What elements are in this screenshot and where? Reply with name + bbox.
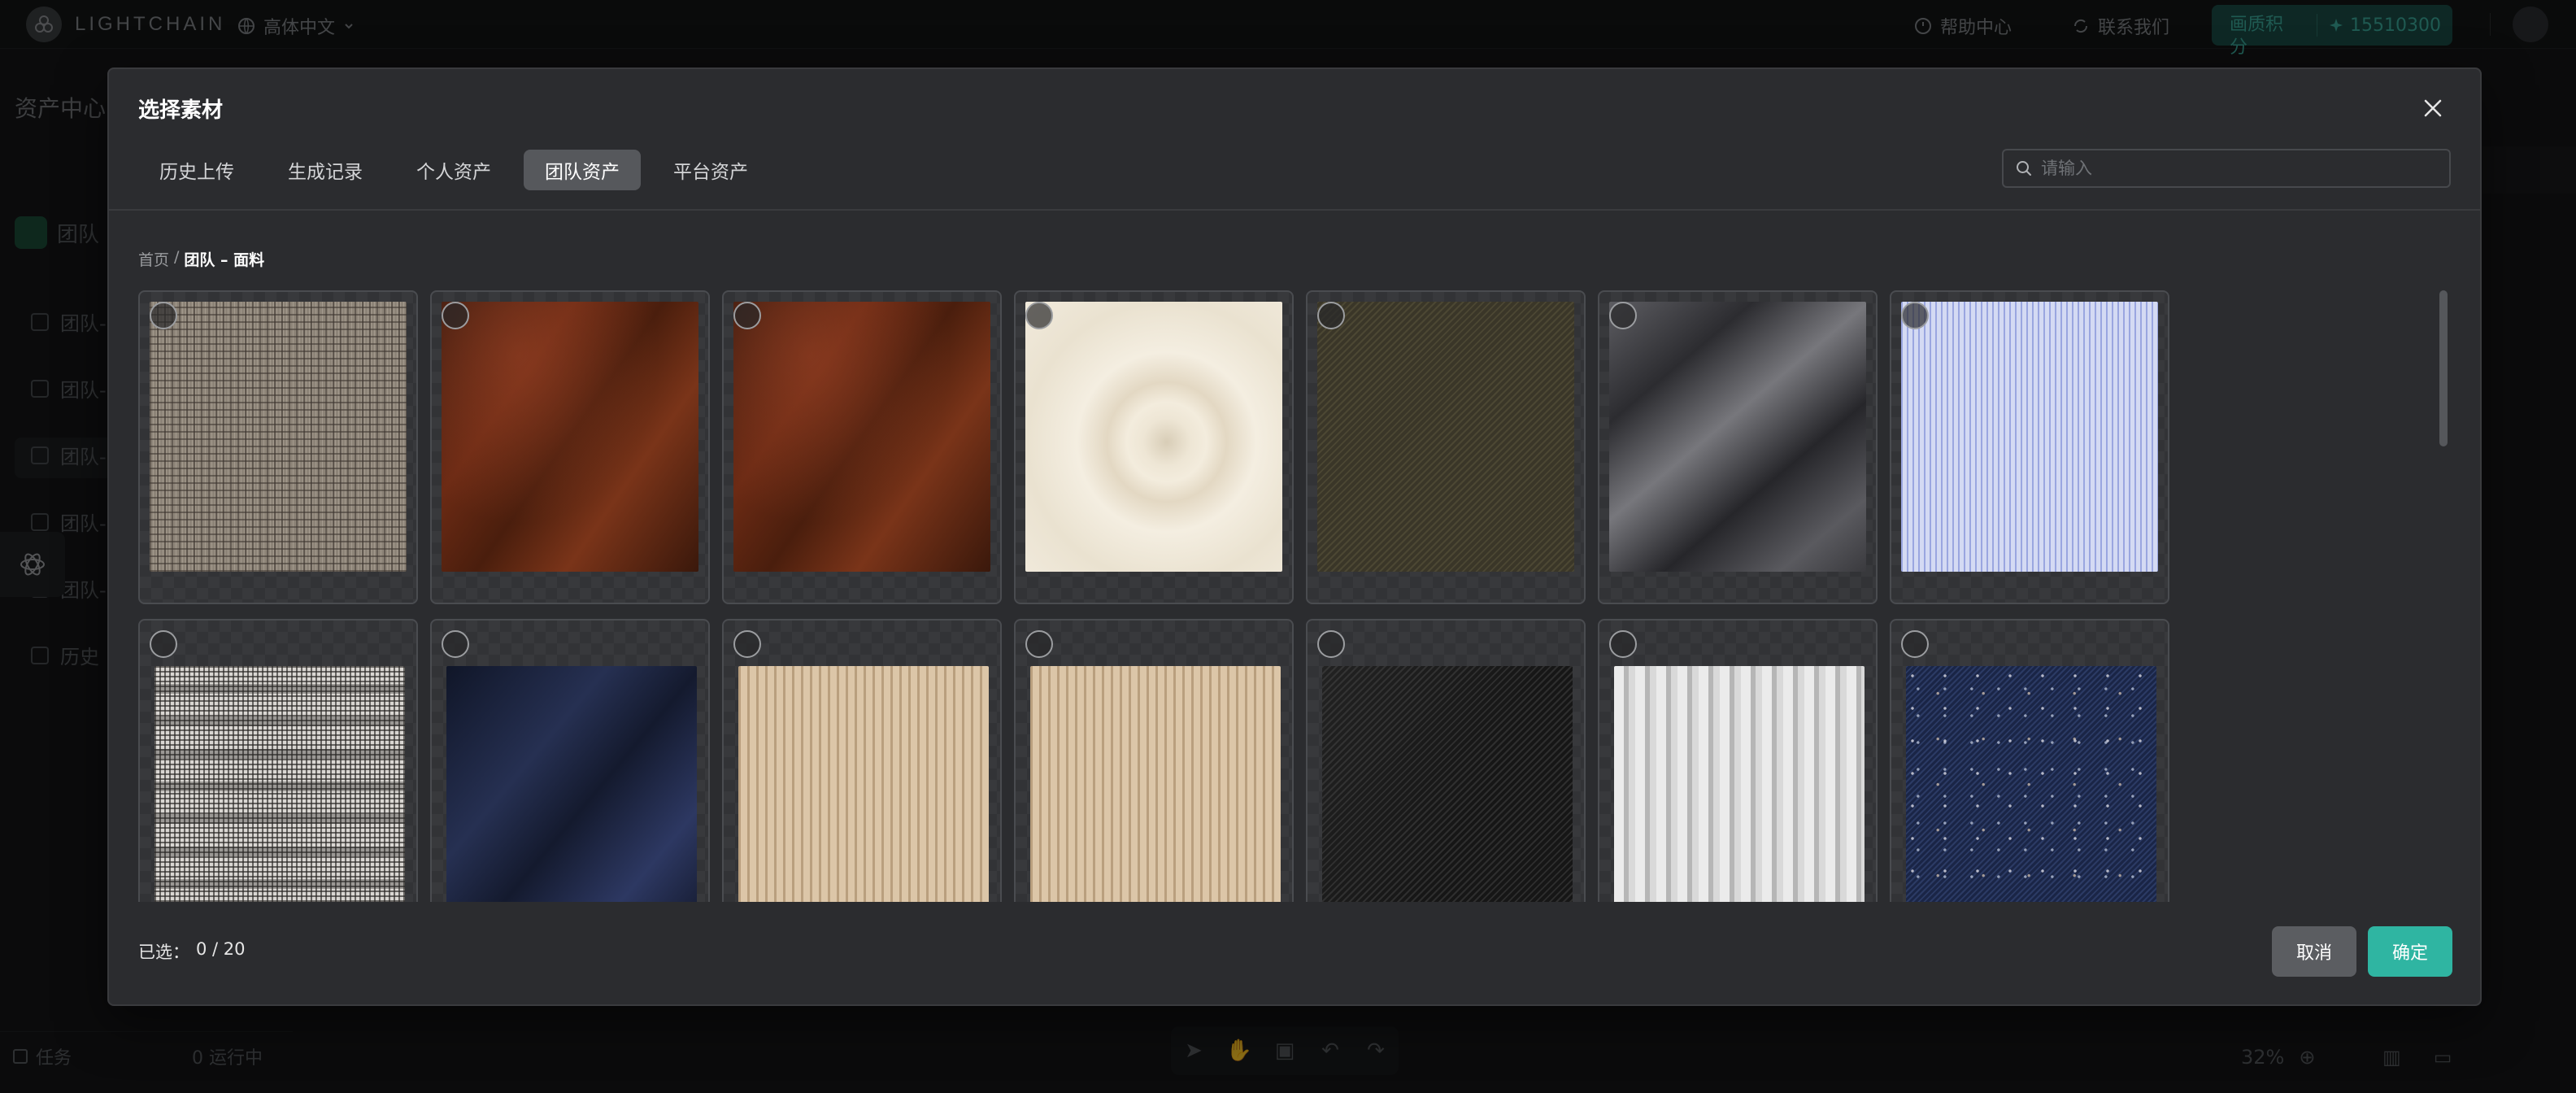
select-radio[interactable] [1317,302,1345,329]
select-radio[interactable] [1317,630,1345,658]
material-thumbnail [446,666,697,902]
select-radio[interactable] [442,302,469,329]
material-thumbnail [1901,302,2158,572]
selected-label: 已选： [138,943,189,962]
breadcrumb-home[interactable]: 首页 [138,248,169,270]
select-radio[interactable] [1025,302,1053,329]
select-radio[interactable] [150,302,177,329]
select-material-dialog: 选择素材 历史上传 生成记录 个人资产 团队资产 平台资产 首页 / 团队 – … [107,67,2482,1006]
select-radio[interactable] [1609,302,1637,329]
breadcrumb: 首页 / 团队 – 面料 [138,248,264,270]
material-thumbnail [1317,302,1574,572]
material-card[interactable] [138,619,418,902]
material-card[interactable] [722,290,1002,604]
material-thumbnail [1025,302,1282,572]
search-box [2002,149,2451,188]
select-radio[interactable] [1901,630,1929,658]
close-icon [2424,99,2442,117]
material-card[interactable] [1306,619,1586,902]
material-thumbnail [738,666,989,902]
dialog-title: 选择素材 [138,98,224,123]
select-radio[interactable] [733,302,761,329]
search-icon [2017,161,2031,176]
material-thumbnail [1030,666,1281,902]
select-radio[interactable] [733,630,761,658]
select-radio[interactable] [1025,630,1053,658]
breadcrumb-separator: / [174,248,180,266]
material-card[interactable] [1890,290,2169,604]
select-radio[interactable] [1609,630,1637,658]
close-button[interactable] [2420,95,2446,121]
material-card[interactable] [430,290,710,604]
search-input[interactable] [2041,152,2449,185]
material-card[interactable] [1014,619,1294,902]
select-radio[interactable] [442,630,469,658]
material-thumbnail [733,302,990,572]
material-thumbnail [150,302,407,572]
material-card[interactable] [722,619,1002,902]
material-thumbnail [1322,666,1573,902]
header-divider [109,209,2480,211]
select-radio[interactable] [150,630,177,658]
material-grid [138,290,2275,902]
breadcrumb-current: 团队 – 面料 [184,251,265,269]
material-thumbnail [1614,666,1865,902]
material-card[interactable] [1306,290,1586,604]
material-card[interactable] [430,619,710,902]
material-thumbnail [442,302,698,572]
material-card[interactable] [1598,619,1878,902]
material-card[interactable] [1598,290,1878,604]
tab-upload-history[interactable]: 历史上传 [138,150,255,190]
tab-generation-records[interactable]: 生成记录 [267,150,384,190]
tab-platform-assets[interactable]: 平台资产 [652,150,769,190]
confirm-button[interactable]: 确定 [2368,926,2452,977]
grid-scrollbar[interactable] [2439,290,2448,446]
material-thumbnail [1609,302,1866,572]
selection-counter: 已选： 0 / 20 [138,939,246,964]
select-radio[interactable] [1901,302,1929,329]
material-card[interactable] [1014,290,1294,604]
material-card[interactable] [1890,619,2169,902]
material-thumbnail [154,666,405,902]
material-thumbnail [1906,666,2156,902]
tab-personal-assets[interactable]: 个人资产 [395,150,512,190]
cancel-button[interactable]: 取消 [2272,926,2356,977]
material-grid-viewport[interactable] [138,290,2275,902]
material-card[interactable] [138,290,418,604]
tab-team-assets[interactable]: 团队资产 [524,150,641,190]
selected-count-value: 0 / 20 [196,939,246,959]
source-tabs: 历史上传 生成记录 个人资产 团队资产 平台资产 [138,149,769,191]
